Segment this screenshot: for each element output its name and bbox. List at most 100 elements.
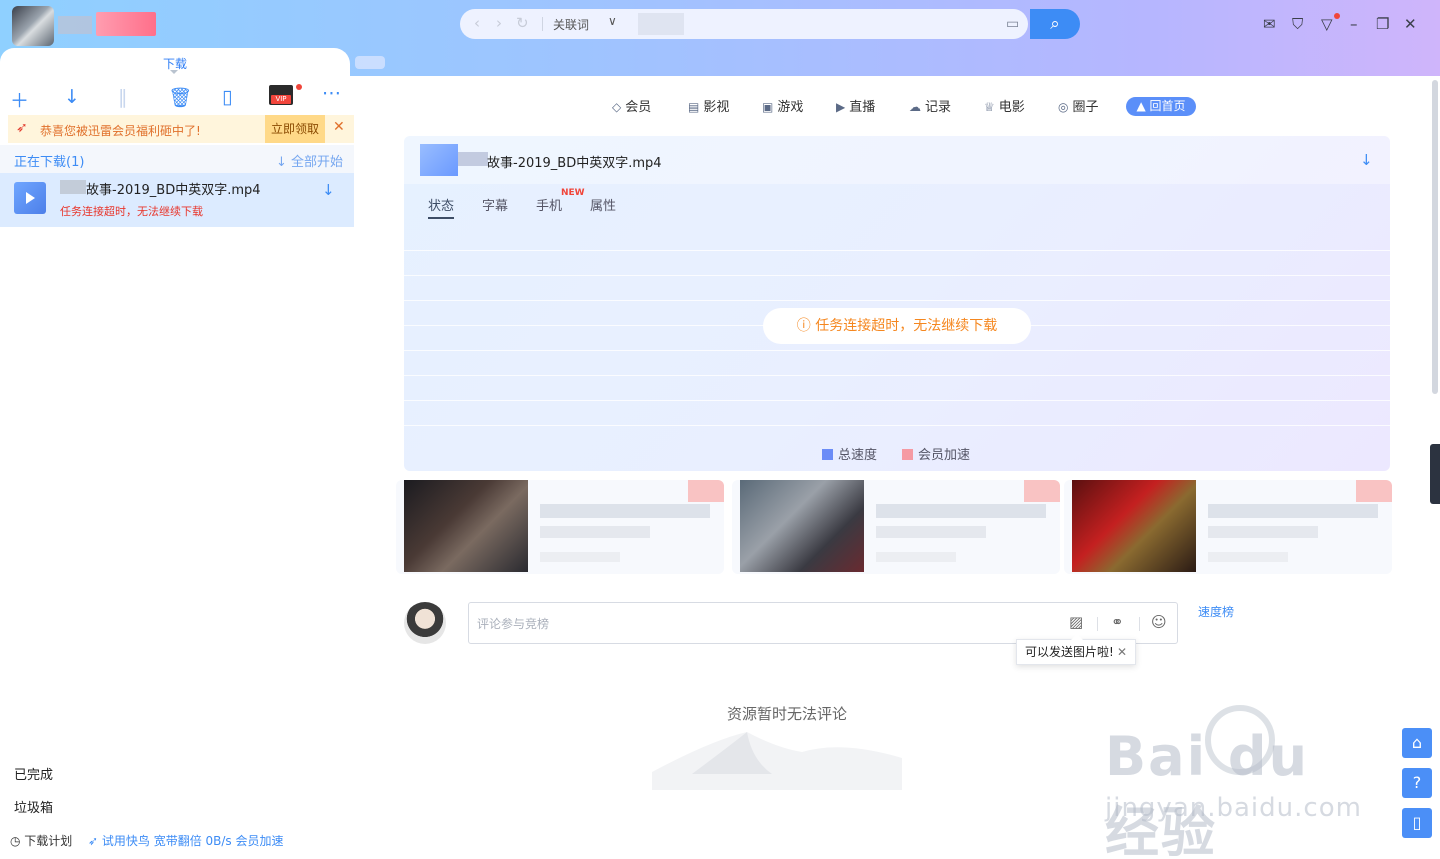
nav-item-circle[interactable]: ◎ 圈子 [1058, 96, 1099, 115]
recommendation-thumbnail [740, 480, 864, 572]
nav-item-movie[interactable]: ♕ 电影 [984, 96, 1025, 115]
start-all-label: 全部开始 [291, 155, 344, 170]
side-widget[interactable] [1430, 444, 1440, 504]
claim-button[interactable]: 立即领取 [265, 115, 325, 143]
image-tip-tooltip: 可以发送图片啦! ✕ [1016, 634, 1136, 665]
float-mobile-button[interactable]: ▯ [1402, 808, 1432, 838]
nav-item-history[interactable]: ☁ 记录 [909, 96, 951, 115]
trash-link[interactable]: 垃圾箱 [14, 797, 53, 816]
circle-icon: ◎ [1058, 100, 1069, 114]
phone-icon[interactable]: ▯ [222, 86, 232, 108]
more-icon[interactable]: ⋯ [322, 82, 341, 104]
recommendations [396, 480, 1392, 574]
home-button[interactable]: ▲ 回首页 [1126, 97, 1196, 116]
screen-icon[interactable]: ▭ [1006, 16, 1019, 32]
refresh-icon[interactable]: ↻ [516, 14, 529, 32]
minimize-icon[interactable]: – [1350, 15, 1358, 33]
legend-label: 总速度 [838, 448, 878, 463]
vip-icon[interactable]: VIP [269, 85, 293, 105]
grid-line [404, 275, 1390, 276]
menu-icon[interactable]: ▽ [1321, 15, 1333, 33]
download-icon[interactable]: ↓ [64, 86, 80, 108]
address-separator [542, 17, 543, 31]
emoji-icon[interactable]: ☺ [1151, 613, 1167, 631]
user-avatar[interactable] [12, 6, 54, 46]
nav-item-vip[interactable]: ◇ 会员 [612, 96, 651, 115]
speedup-promo-link[interactable]: ➶ 试用快鸟 宽带翻倍 0B/s 会员加速 [88, 832, 283, 849]
bird-icon: ➶ [16, 120, 28, 136]
divider [1097, 617, 1098, 631]
trophy-icon: ♕ [984, 100, 995, 114]
vip-badge-blurred [96, 12, 156, 36]
home-label: 回首页 [1149, 99, 1186, 113]
warning-icon: ⓘ [796, 318, 811, 334]
nav-item-video[interactable]: ▤ 影视 [688, 96, 729, 115]
start-all-button[interactable]: ↓ 全部开始 [276, 151, 343, 170]
float-help-button[interactable]: ? [1402, 768, 1432, 798]
recommendation-card[interactable] [732, 480, 1060, 574]
notification-dot [1334, 13, 1340, 19]
watermark-line2: jingyan.baidu.com [1105, 793, 1362, 823]
back-icon[interactable]: ‹ [474, 14, 480, 32]
game-icon: ▣ [762, 100, 774, 114]
download-task-row[interactable]: 故事-2019_BD中英双字.mp4 任务连接超时，无法继续下载 ↓ [0, 173, 354, 227]
new-badge: NEW [561, 188, 585, 198]
recommendation-card[interactable] [1064, 480, 1392, 574]
address-text-blurred[interactable] [638, 13, 684, 35]
scrollbar[interactable] [1432, 80, 1438, 394]
link-icon[interactable]: ⚭ [1111, 613, 1124, 631]
speed-rank-link[interactable]: 速度榜 [1198, 603, 1234, 620]
completed-link[interactable]: 已完成 [14, 764, 53, 783]
tip-close-icon[interactable]: ✕ [1117, 640, 1127, 664]
legend-vip-speed: 会员加速 [902, 444, 970, 463]
blurred-line [876, 526, 986, 538]
grid-line [404, 350, 1390, 351]
grid-line [404, 300, 1390, 301]
secondary-tab[interactable] [355, 56, 385, 69]
file-name-blurred [458, 152, 488, 166]
search-button[interactable]: ⌕ [1030, 9, 1080, 39]
tab-mobile[interactable]: 手机 [536, 195, 562, 214]
downloading-title[interactable]: 正在下载(1) [14, 151, 84, 170]
task-file-name: 故事-2019_BD中英双字.mp4 [86, 183, 261, 198]
image-icon[interactable]: ▨ [1069, 613, 1083, 631]
tab-status[interactable]: 状态 [428, 195, 455, 219]
recommendation-thumbnail [404, 480, 528, 572]
float-home-button[interactable]: ⌂ [1402, 728, 1432, 758]
legend-total-speed: 总速度 [822, 444, 877, 463]
nav-label: 记录 [925, 100, 952, 115]
promo-close-icon[interactable]: ✕ [333, 119, 345, 135]
task-name-blurred [60, 180, 86, 194]
forward-icon[interactable]: › [496, 14, 502, 32]
download-panel: ＋ ↓ ‖ 🗑 ▯ VIP ⋯ ➶ 恭喜您被迅雷会员福利砸中了! 立即领取 ✕ … [0, 76, 355, 859]
warning-text: 任务连接超时，无法继续下载 [815, 318, 998, 334]
tab-subtitles[interactable]: 字幕 [482, 195, 508, 214]
video-file-icon [14, 182, 46, 214]
speedup-promo-label: 试用快鸟 宽带翻倍 0B/s 会员加速 [101, 834, 284, 848]
task-download-icon[interactable]: ↓ [322, 181, 335, 199]
comment-placeholder: 评论参与竞榜 [477, 617, 550, 631]
blurred-line [540, 504, 710, 518]
mail-icon[interactable]: ✉ [1263, 15, 1276, 33]
close-icon[interactable]: ✕ [1404, 15, 1417, 33]
download-plan-button[interactable]: ◷ 下载计划 [10, 832, 72, 849]
keyword-label[interactable]: 关联词 [553, 16, 589, 33]
chevron-down-icon[interactable]: ∨ [608, 14, 617, 28]
address-bar[interactable]: ‹ › ↻ 关联词 ∨ ▭ [460, 9, 1028, 39]
tab-properties[interactable]: 属性 [590, 195, 616, 214]
nav-item-live[interactable]: ▶ 直播 [836, 96, 875, 115]
restore-icon[interactable]: ❐ [1376, 15, 1389, 33]
blurred-line [540, 552, 620, 562]
detail-download-icon[interactable]: ↓ [1360, 151, 1373, 169]
bottom-bar: ◷ 下载计划 ➶ 试用快鸟 宽带翻倍 0B/s 会员加速 [0, 830, 355, 854]
trash-icon[interactable]: 🗑 [168, 86, 192, 109]
downloading-section-header: 正在下载(1) ↓ 全部开始 [0, 145, 354, 173]
recommendation-card[interactable] [396, 480, 724, 574]
add-icon[interactable]: ＋ [10, 86, 29, 113]
grid-line [404, 250, 1390, 251]
shirt-icon[interactable]: ⛉ [1292, 15, 1303, 33]
nav-label: 电影 [998, 100, 1025, 115]
nav-item-game[interactable]: ▣ 游戏 [762, 96, 803, 115]
tab-caret-icon [170, 70, 178, 74]
pause-icon[interactable]: ‖ [118, 86, 128, 108]
